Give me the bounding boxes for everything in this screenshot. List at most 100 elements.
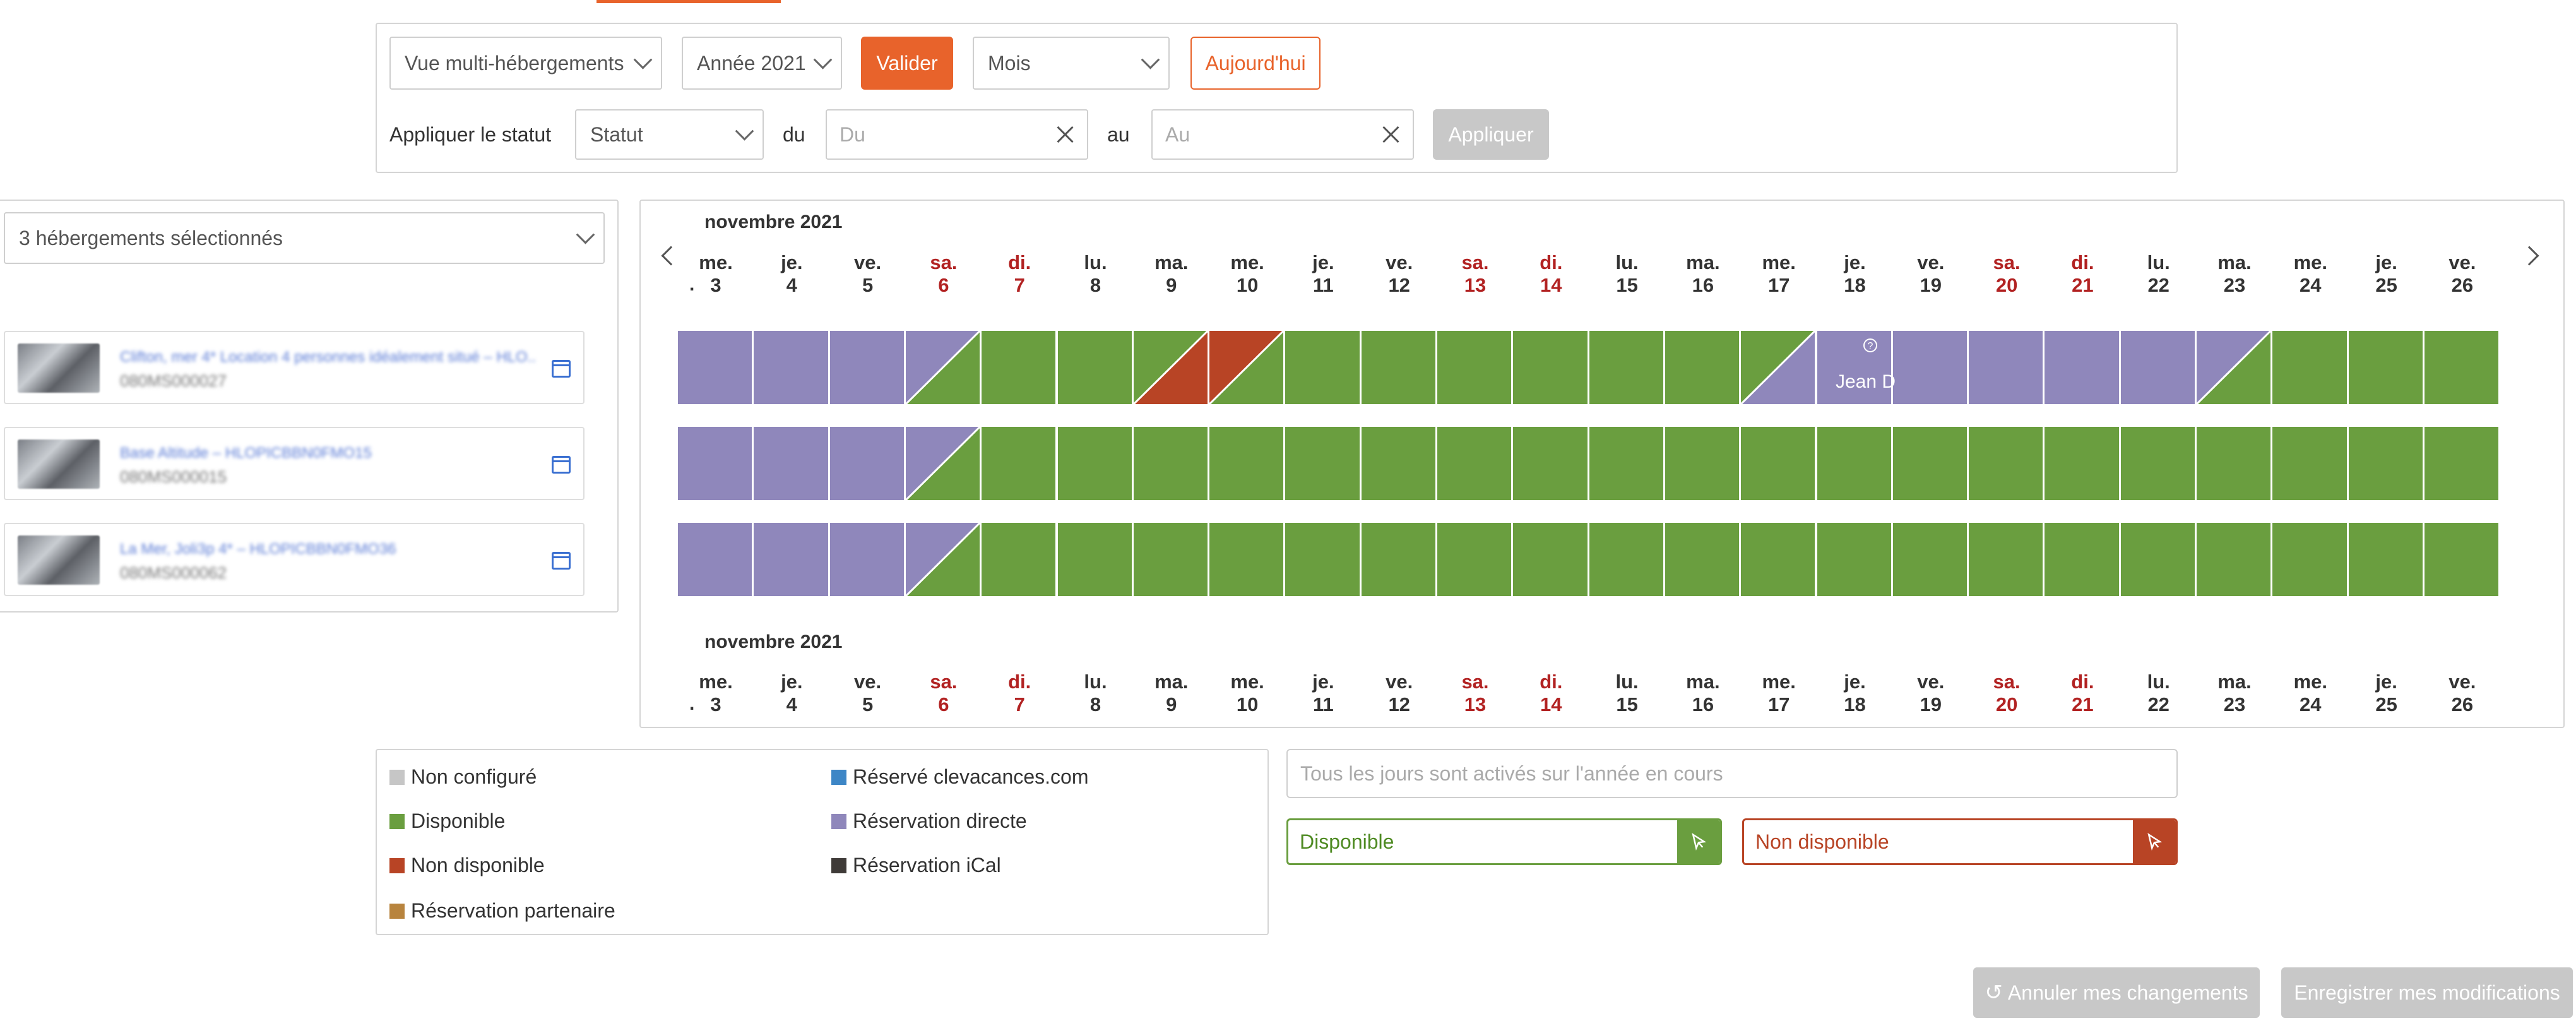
cursor-icon[interactable] — [2133, 820, 2176, 863]
calendar-day-cell[interactable] — [1209, 523, 1286, 596]
calendar-day-cell[interactable] — [754, 331, 830, 404]
calendar-day-cell[interactable] — [982, 427, 1058, 500]
status-select[interactable]: Statut — [575, 109, 764, 160]
calendar-day-cell[interactable] — [1817, 427, 1893, 500]
calendar-day-cell[interactable] — [1969, 523, 2045, 596]
calendar-day-cell[interactable] — [2045, 331, 2121, 404]
clear-icon[interactable] — [1380, 124, 1401, 145]
period-select[interactable]: Mois — [973, 37, 1170, 90]
apply-button[interactable]: Appliquer — [1433, 109, 1549, 160]
lodging-item[interactable]: La Mer, Joli3p 4* – HLOPICBBN0FMO36 080M… — [4, 523, 585, 596]
calendar-day-cell[interactable] — [2197, 331, 2273, 404]
calendar-day-cell[interactable] — [1892, 523, 1969, 596]
calendar-day-cell[interactable] — [1133, 331, 1210, 404]
calendar-day-cell[interactable] — [2045, 523, 2121, 596]
calendar-day-cell[interactable] — [1209, 427, 1286, 500]
calendar-day-cell[interactable] — [1817, 331, 1893, 404]
calendar-day-cell[interactable] — [1741, 427, 1817, 500]
calendar-day-cell[interactable] — [2348, 427, 2425, 500]
calendar-day-cell[interactable] — [2120, 523, 2197, 596]
calendar-day-cell[interactable] — [1285, 523, 1362, 596]
calendar-icon[interactable] — [552, 552, 571, 570]
calendar-day-cell[interactable] — [678, 523, 754, 596]
calendar-day-cell[interactable] — [1057, 331, 1134, 404]
reservation-label[interactable]: Jean D — [1836, 371, 1896, 393]
calendar-day-cell[interactable] — [2424, 427, 2501, 500]
calendar-day-cell[interactable] — [1969, 331, 2045, 404]
calendar-day-cell[interactable] — [1892, 331, 1969, 404]
calendar-day-cell[interactable] — [2424, 523, 2501, 596]
calendar-day-cell[interactable] — [982, 331, 1058, 404]
calendar-day-cell[interactable] — [1133, 427, 1210, 500]
calendar-day-cell[interactable] — [2348, 331, 2425, 404]
year-select[interactable]: Année 2021 — [682, 37, 842, 90]
calendar-day-cell[interactable] — [1817, 523, 1893, 596]
calendar-day-cell[interactable] — [1741, 523, 1817, 596]
unavailable-status-picker[interactable]: Non disponible — [1742, 818, 2178, 865]
lodging-item[interactable]: Clifton, mer 4* Location 4 personnes idé… — [4, 331, 585, 404]
calendar-day-cell[interactable] — [1285, 331, 1362, 404]
save-changes-button[interactable]: Enregistrer mes modifications — [2281, 967, 2573, 1018]
calendar-day-cell[interactable] — [1665, 523, 1742, 596]
calendar-day-cell[interactable] — [2272, 331, 2349, 404]
calendar-day-cell[interactable] — [2348, 523, 2425, 596]
calendar-day-cell[interactable] — [829, 331, 906, 404]
calendar-day-cell[interactable] — [1209, 331, 1286, 404]
calendar-day-cell[interactable] — [2272, 523, 2349, 596]
calendar-day-cell[interactable] — [1892, 427, 1969, 500]
calendar-day-cell[interactable] — [1361, 523, 1437, 596]
from-date-input[interactable]: Du — [826, 109, 1088, 160]
today-button[interactable]: Aujourd'hui — [1190, 37, 1321, 90]
calendar-day-cell[interactable] — [678, 427, 754, 500]
calendar-day-cell[interactable] — [1513, 523, 1589, 596]
calendar-day-cell[interactable] — [754, 427, 830, 500]
calendar-icon[interactable] — [552, 360, 571, 378]
calendar-day-cell[interactable] — [982, 523, 1058, 596]
calendar-day-cell[interactable] — [1361, 427, 1437, 500]
calendar-icon[interactable] — [552, 456, 571, 474]
calendar-day-cell[interactable] — [1665, 331, 1742, 404]
calendar-day-cell[interactable] — [829, 427, 906, 500]
view-select[interactable]: Vue multi-hébergements — [389, 37, 662, 90]
calendar-day-cell[interactable] — [1361, 331, 1437, 404]
active-days-note[interactable]: Tous les jours sont activés sur l'année … — [1286, 749, 2178, 798]
lodging-item[interactable]: Base Altitude – HLOPICBBN0FMO15 080MS000… — [4, 427, 585, 500]
calendar-day-cell[interactable] — [754, 523, 830, 596]
calendar-day-cell[interactable] — [2197, 523, 2273, 596]
calendar-day-cell[interactable] — [1437, 331, 1514, 404]
calendar-day-cell[interactable] — [1513, 331, 1589, 404]
calendar-day-cell[interactable] — [2045, 427, 2121, 500]
calendar-day-cell[interactable] — [1589, 331, 1665, 404]
calendar-day-cell[interactable] — [1057, 523, 1134, 596]
calendar-day-cell[interactable] — [1589, 427, 1665, 500]
calendar-day-cell[interactable] — [1969, 427, 2045, 500]
validate-button[interactable]: Valider — [861, 37, 953, 90]
to-date-input[interactable]: Au — [1151, 109, 1414, 160]
calendar-day-cell[interactable] — [1589, 523, 1665, 596]
bottom-day-name: sa. — [930, 671, 958, 693]
calendar-day-cell[interactable] — [2424, 331, 2501, 404]
info-icon[interactable]: ? — [1863, 338, 1877, 352]
calendar-day-cell[interactable] — [1437, 427, 1514, 500]
calendar-day-cell[interactable] — [905, 331, 982, 404]
cancel-changes-button[interactable]: ↺ Annuler mes changements — [1973, 967, 2260, 1018]
available-status-picker[interactable]: Disponible — [1286, 818, 1722, 865]
calendar-day-cell[interactable] — [1513, 427, 1589, 500]
calendar-day-cell[interactable] — [1285, 427, 1362, 500]
clear-icon[interactable] — [1054, 124, 1076, 145]
cursor-icon[interactable] — [1677, 820, 1720, 863]
calendar-day-cell[interactable] — [678, 331, 754, 404]
calendar-day-cell[interactable] — [1057, 427, 1134, 500]
calendar-day-cell[interactable] — [1437, 523, 1514, 596]
lodgings-select[interactable]: 3 hébergements sélectionnés — [4, 212, 605, 264]
calendar-day-cell[interactable] — [2197, 427, 2273, 500]
calendar-day-cell[interactable] — [905, 427, 982, 500]
calendar-day-cell[interactable] — [2120, 427, 2197, 500]
calendar-day-cell[interactable] — [829, 523, 906, 596]
calendar-day-cell[interactable] — [1741, 331, 1817, 404]
calendar-day-cell[interactable] — [2120, 331, 2197, 404]
calendar-day-cell[interactable] — [1665, 427, 1742, 500]
calendar-day-cell[interactable] — [2272, 427, 2349, 500]
calendar-day-cell[interactable] — [905, 523, 982, 596]
calendar-day-cell[interactable] — [1133, 523, 1210, 596]
